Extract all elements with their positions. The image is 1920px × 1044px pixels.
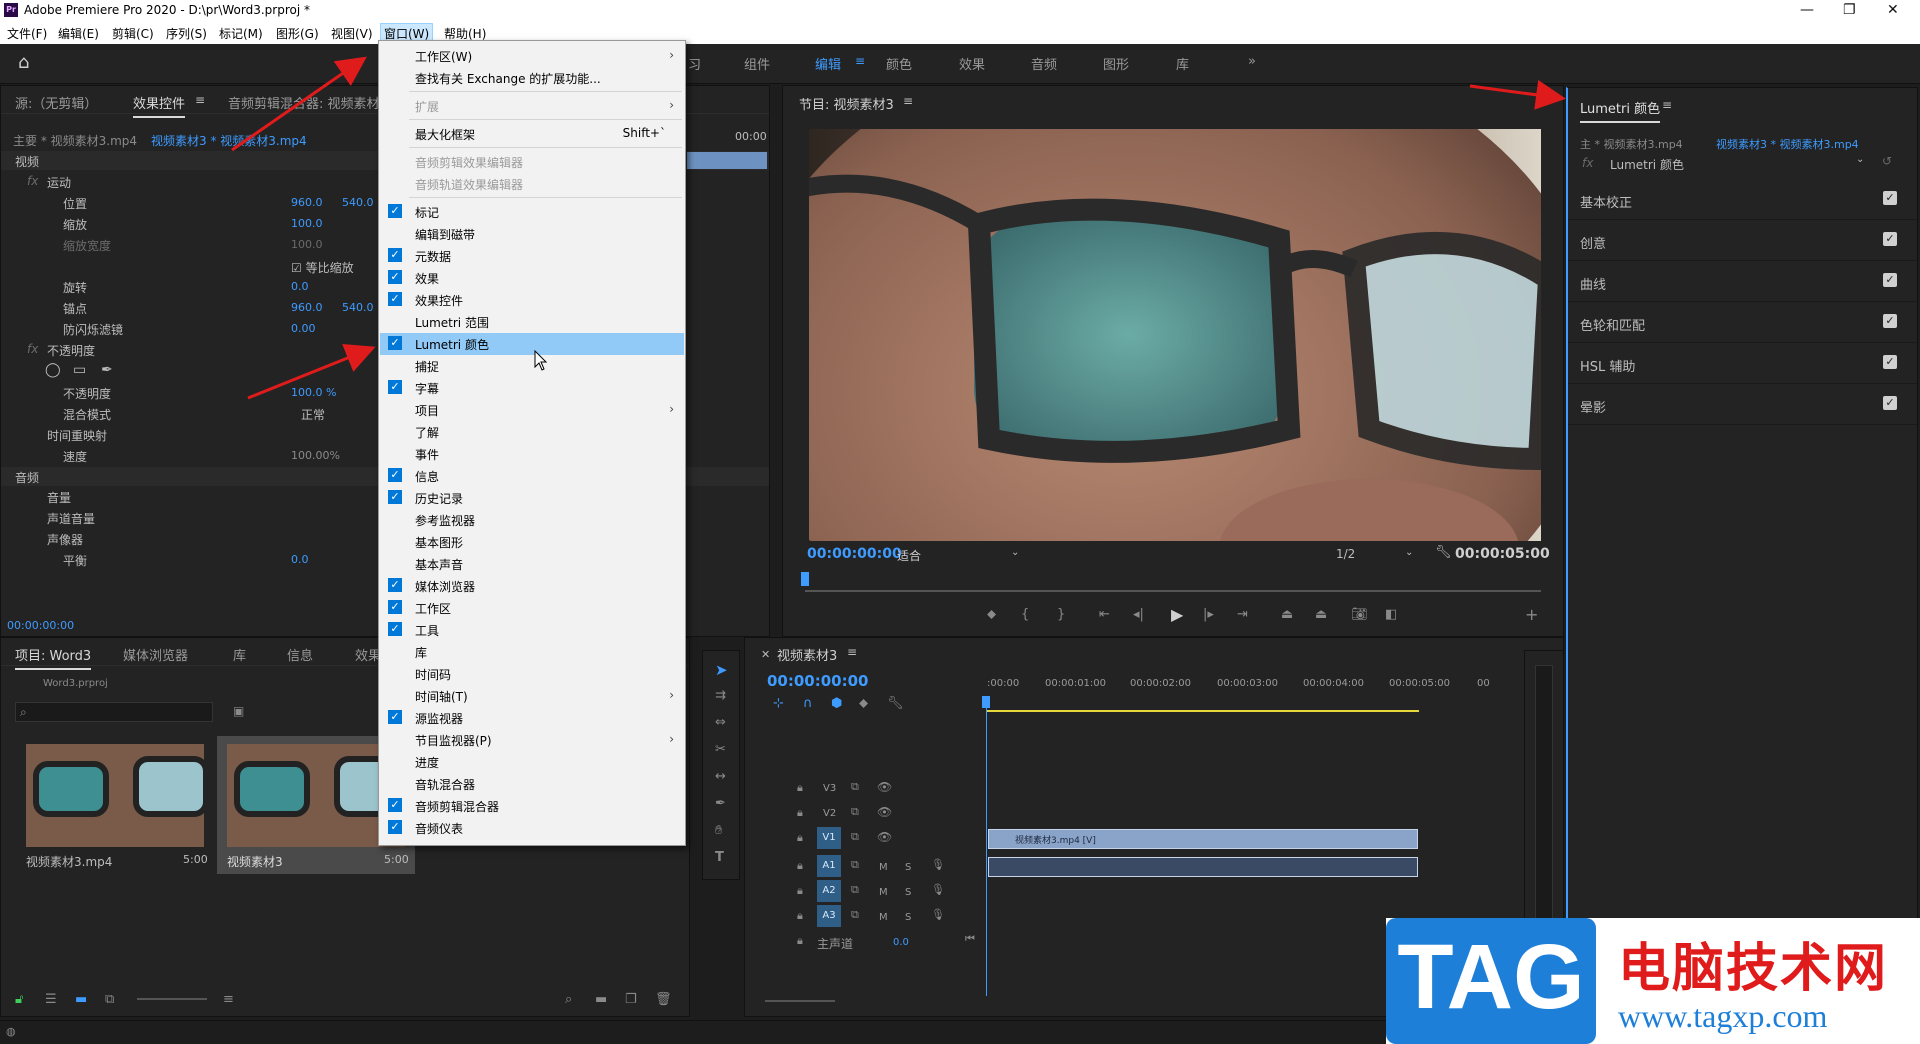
annotation-arrows (231, 56, 1566, 400)
status-icon: ◍ (6, 1025, 16, 1038)
arrow-to-lumetri-panel (1469, 79, 1566, 110)
status-bar: ◍ (0, 1020, 1386, 1044)
arrow-to-lumetri-item (247, 344, 376, 400)
arrow-to-window-menu (231, 56, 367, 152)
mouse-cursor-icon (534, 350, 548, 371)
